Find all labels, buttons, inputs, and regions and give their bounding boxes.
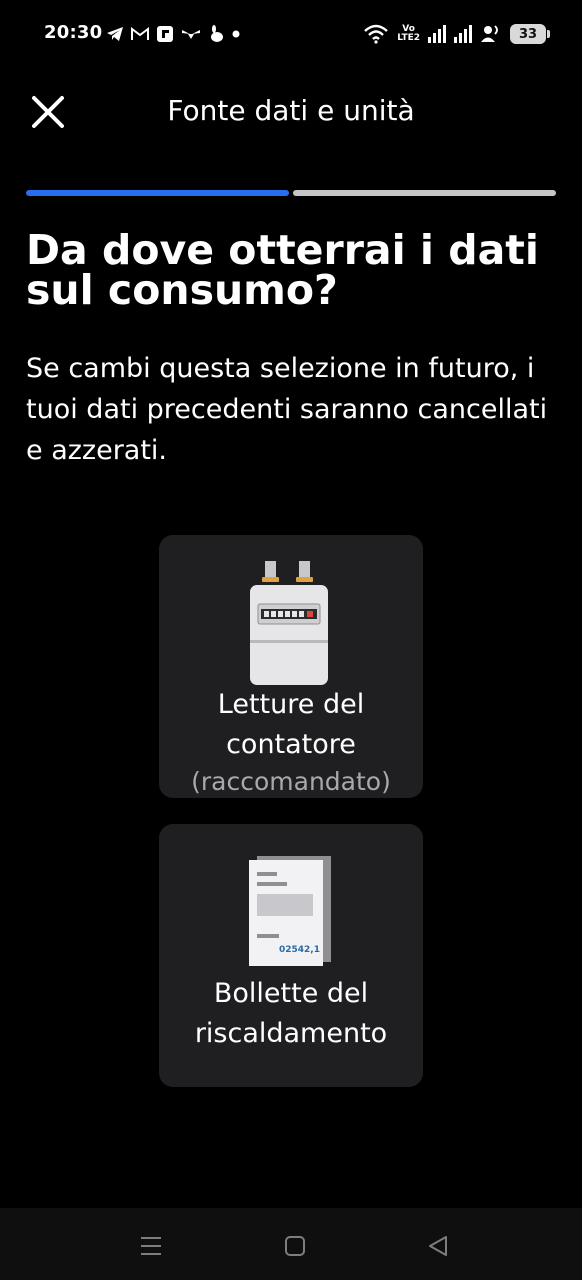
nav-home-button[interactable] [275,1226,315,1266]
step-progress-bar [26,190,556,196]
back-icon [429,1236,447,1256]
status-bar: 20:30 Vo LTE2 33 [0,0,582,70]
signal-icon [428,25,446,43]
status-time: 20:30 [44,22,103,43]
progress-step-pending [293,190,556,196]
bill-document-icon: 02542,1 [249,856,331,966]
signal-icon [454,25,472,43]
menu-icon [141,1237,161,1255]
notification-icons [106,22,241,46]
dot-icon [232,30,240,38]
telegram-icon [107,27,123,41]
wifi-icon [364,24,389,44]
gmail-icon [131,27,149,40]
question-title: Da dove otterrai i dati sul consumo? [26,226,539,314]
nav-menu-button[interactable] [131,1226,171,1266]
wings-icon [182,30,200,39]
progress-step-complete [26,190,289,196]
volte-bottom-label: LTE2 [397,33,420,43]
option-meter-recommended: (raccomandato) [191,767,391,796]
bill-number: 02542,1 [279,945,320,955]
rabbit-icon [211,25,223,42]
option-meter-label: Letture del contatore [217,689,365,760]
system-navigation-bar [0,1208,582,1280]
option-meter-readings[interactable]: Letture del contatore (raccomandato) [159,535,423,798]
gas-meter-icon [250,561,328,685]
page-title: Fonte dati e unità [167,94,415,127]
option-bills-label: Bollette del riscaldamento [194,978,388,1049]
volte-icon: Vo LTE2 [397,25,420,43]
nav-back-button[interactable] [418,1226,458,1266]
hotspot-person-icon [481,25,498,42]
top-app-bar: Fonte dati e unità [0,80,582,144]
home-icon [285,1236,305,1256]
battery-icon: 33 [510,24,550,44]
system-icons: Vo LTE2 33 [363,20,550,48]
question-description: Se cambi questa selezione in futuro, i t… [26,353,548,466]
flipboard-icon [157,26,173,42]
option-heating-bills[interactable]: 02542,1 Bollette del riscaldamento [159,824,423,1087]
